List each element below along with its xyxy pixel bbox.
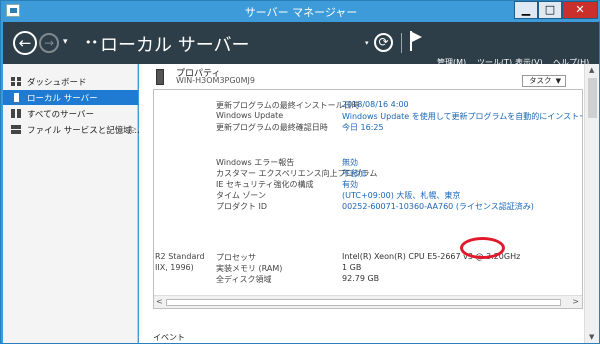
properties-grid: 更新プログラムの最終インストール日時 2018/08/16 4:00 Windo… xyxy=(154,90,582,294)
window-title: サーバー マネージャー xyxy=(244,6,358,19)
sidebar-item-file-services[interactable]: ファイル サービスと記憶域... ▷ xyxy=(3,122,140,137)
sidebar-item-all-servers[interactable]: すべてのサーバー xyxy=(3,106,138,121)
sidebar: ダッシュボード ローカル サーバー すべてのサーバー ファイル サービスと記憶域… xyxy=(3,64,140,343)
title-bar: サーバー マネージャー ▁ □ ✕ xyxy=(1,1,600,21)
notifications-flag-icon[interactable] xyxy=(410,31,424,51)
prop-label-error-reporting: Windows エラー報告 xyxy=(216,158,295,167)
prop-label-ie-esc: IE セキュリティ強化の構成 xyxy=(216,180,314,189)
prop-label-last-install: 更新プログラムの最終インストール日時 xyxy=(216,101,360,110)
sidebar-item-label: ダッシュボード xyxy=(27,78,87,88)
chevron-down-icon: ▼ xyxy=(555,77,561,85)
app-window: サーバー マネージャー ▁ □ ✕ ← → ▾ •• ローカル サーバー ▾ ⟳… xyxy=(0,0,600,344)
server-name: WIN-H3OM3PG0MJ9 xyxy=(176,76,255,85)
expand-arrow-icon[interactable]: ▷ xyxy=(131,125,136,133)
prop-label-disk: 全ディスク領域 xyxy=(216,275,272,284)
tasks-dropdown[interactable]: タスク ▼ xyxy=(522,75,566,87)
vertical-scrollbar[interactable]: ▲ ▼ xyxy=(584,64,599,343)
prop-value-memory: 1 GB xyxy=(342,263,362,272)
tasks-label: タスク xyxy=(529,76,552,85)
sidebar-item-dashboard[interactable]: ダッシュボード xyxy=(3,74,138,89)
server-icon xyxy=(14,93,19,102)
breadcrumb-dots: •• xyxy=(85,36,98,49)
file-services-icon xyxy=(11,125,21,134)
prop-value-ceip[interactable]: 不参加 xyxy=(342,168,366,179)
sidebar-item-label: ローカル サーバー xyxy=(27,94,98,104)
prop-label-last-check: 更新プログラムの最終確認日時 xyxy=(216,123,328,132)
prop-label-memory: 実装メモリ (RAM) xyxy=(216,264,283,273)
os-name-partial: R2 Standard xyxy=(155,252,205,261)
close-button[interactable]: ✕ xyxy=(562,1,598,19)
minimize-button[interactable]: ▁ xyxy=(514,1,538,19)
prop-value-time-zone[interactable]: (UTC+09:00) 大阪、札幌、東京 xyxy=(342,190,460,201)
page-title: ローカル サーバー xyxy=(100,35,250,56)
prop-label-time-zone: タイム ゾーン xyxy=(216,191,266,200)
scroll-down-icon[interactable]: ▼ xyxy=(589,333,594,341)
dashboard-icon xyxy=(11,77,21,86)
prop-value-error-reporting[interactable]: 無効 xyxy=(342,157,358,168)
prop-value-product-id[interactable]: 00252-60071-10360-AA760 (ライセンス認証済み) xyxy=(342,201,534,212)
scroll-left-icon[interactable]: < xyxy=(156,297,163,306)
header-divider xyxy=(401,33,402,53)
back-arrow-icon[interactable]: ← xyxy=(13,31,37,55)
scroll-right-icon[interactable]: > xyxy=(572,297,579,306)
maximize-button[interactable]: □ xyxy=(538,1,562,19)
header-bar: ← → ▾ •• ローカル サーバー ▾ ⟳ 管理(M) ツール(T) 表示(V… xyxy=(3,22,599,67)
main-content: プロパティ WIN-H3OM3PG0MJ9 タスク ▼ 更新プログラムの最終イン… xyxy=(139,64,599,343)
prop-value-last-install[interactable]: 2018/08/16 4:00 xyxy=(342,100,409,109)
prop-value-disk: 92.79 GB xyxy=(342,274,380,283)
prop-label-product-id: プロダクト ID xyxy=(216,202,268,211)
prop-label-processor: プロセッサ xyxy=(216,253,256,262)
sidebar-item-label: すべてのサーバー xyxy=(27,110,94,120)
servers-icon xyxy=(11,109,21,118)
vertical-scroll-thumb[interactable] xyxy=(588,78,597,118)
refresh-icon[interactable]: ⟳ xyxy=(374,33,393,52)
sidebar-item-local-server[interactable]: ローカル サーバー xyxy=(3,90,138,105)
horizontal-scrollbar[interactable]: < > xyxy=(154,295,582,308)
server-tower-icon xyxy=(156,69,164,85)
os-copyright-partial: IIX, 1996) xyxy=(155,263,194,272)
events-heading: イベント xyxy=(153,333,185,342)
refresh-dropdown-icon[interactable]: ▾ xyxy=(365,39,369,47)
scroll-up-icon[interactable]: ▲ xyxy=(589,66,594,74)
forward-arrow-icon[interactable]: → xyxy=(39,33,59,53)
horizontal-scroll-thumb[interactable] xyxy=(166,299,561,306)
prop-value-ie-esc[interactable]: 有効 xyxy=(342,179,358,190)
red-highlight-circle xyxy=(460,237,505,259)
prop-value-windows-update[interactable]: Windows Update を使用して更新プログラムを自動的にインストールする xyxy=(342,111,582,122)
sidebar-item-label: ファイル サービスと記憶域... xyxy=(27,126,140,136)
properties-panel: 更新プログラムの最終インストール日時 2018/08/16 4:00 Windo… xyxy=(153,89,583,309)
prop-label-windows-update: Windows Update xyxy=(216,111,284,120)
prop-value-last-check[interactable]: 今日 16:25 xyxy=(342,122,384,133)
history-dropdown-icon[interactable]: ▾ xyxy=(63,37,68,47)
